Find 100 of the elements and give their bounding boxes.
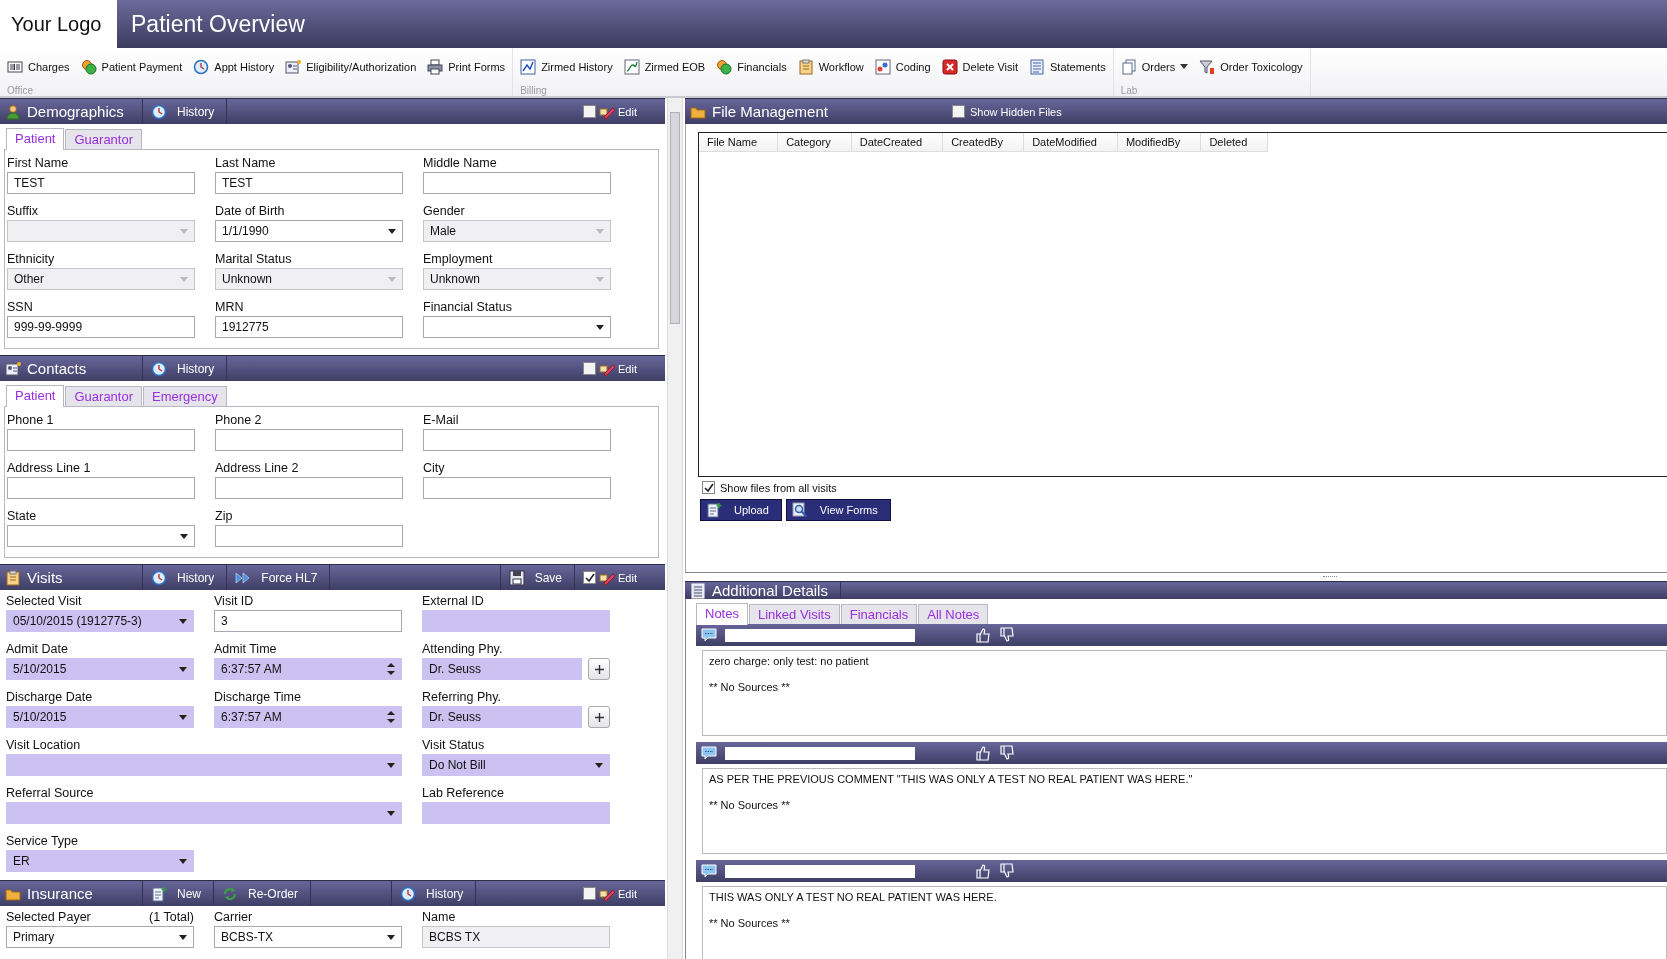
tab[interactable]: Patient — [6, 128, 65, 150]
tab[interactable]: Linked Visits — [748, 604, 840, 624]
column-header[interactable]: File Name — [699, 133, 779, 152]
text-field[interactable] — [423, 429, 611, 451]
checkbox[interactable] — [583, 105, 597, 118]
dropdown-field[interactable]: 1/1/1990 — [215, 220, 403, 242]
checkbox[interactable] — [583, 887, 597, 900]
field-label: First Name — [7, 156, 69, 170]
text-field[interactable]: 1912775 — [215, 316, 403, 338]
dropdown-field[interactable] — [423, 316, 611, 338]
action-button[interactable]: Upload — [700, 499, 782, 521]
text-field[interactable] — [215, 429, 403, 451]
header-button[interactable]: History — [143, 565, 228, 590]
tab[interactable]: All Notes — [918, 604, 989, 624]
toolbar-button[interactable]: Delete Visit — [938, 54, 1021, 80]
column-header[interactable]: DateModified — [1024, 133, 1118, 152]
note-text: zero charge: only test: no patient — [709, 655, 870, 667]
dropdown-field[interactable]: ER — [6, 850, 194, 872]
column-header[interactable]: ModifiedBy — [1117, 133, 1202, 152]
text-field[interactable] — [215, 525, 403, 547]
section-title: Contacts — [27, 360, 87, 377]
toolbar-button[interactable]: Financials — [713, 54, 790, 80]
caret-icon — [179, 858, 187, 864]
text-field[interactable] — [215, 477, 403, 499]
splitter-grip[interactable] — [1323, 575, 1337, 579]
text-field[interactable] — [423, 477, 611, 499]
text-field[interactable]: TEST — [215, 172, 403, 194]
text-field[interactable] — [422, 610, 610, 632]
field-label: Address Line 1 — [7, 461, 91, 475]
header-button[interactable]: History — [391, 881, 477, 906]
column-header[interactable]: CreatedBy — [943, 133, 1025, 152]
toolbar-button[interactable]: Charges — [4, 54, 73, 80]
toolbar-button[interactable]: Orders — [1117, 54, 1192, 80]
dropdown-field[interactable]: 5/10/2015 — [6, 706, 194, 728]
time-field[interactable]: 6:37:57 AM — [214, 658, 402, 680]
tab[interactable]: Financials — [840, 604, 918, 624]
toolbar-button[interactable]: Workflow — [794, 54, 867, 80]
toolbar-button[interactable]: Order Toxicology — [1196, 54, 1306, 80]
header-button[interactable]: New — [143, 881, 214, 906]
save-button[interactable]: Save — [499, 565, 576, 590]
id-card-icon — [5, 360, 21, 377]
id-card-icon — [285, 59, 302, 75]
tab[interactable]: Guarantor — [65, 386, 143, 406]
clipboard-icon — [5, 569, 21, 586]
tab[interactable]: Guarantor — [65, 129, 143, 149]
dropdown-field[interactable]: 05/10/2015 (1912775-3) — [6, 610, 194, 632]
checkbox[interactable] — [583, 362, 597, 375]
toolbar-button[interactable]: Appt History — [190, 54, 278, 80]
checkbox[interactable] — [702, 481, 715, 494]
scrollbar[interactable] — [667, 98, 683, 959]
time-field[interactable]: 6:37:57 AM — [214, 706, 402, 728]
toolbar-button[interactable]: Print Forms — [424, 54, 509, 80]
tab[interactable]: Notes — [696, 603, 748, 625]
header-button[interactable]: History — [143, 356, 228, 381]
dropdown-field[interactable]: 5/10/2015 — [6, 658, 194, 680]
toolbar-button[interactable]: Statements — [1026, 54, 1109, 80]
toolbar-button[interactable]: Zirmed EOB — [620, 54, 709, 80]
text-field[interactable]: 3 — [214, 610, 402, 632]
clock-icon — [151, 103, 167, 120]
toolbar-button[interactable]: Zirmed History — [517, 54, 616, 80]
tab[interactable]: Patient — [6, 385, 65, 407]
add-button[interactable] — [588, 706, 610, 728]
lookup-field[interactable]: Dr. Seuss — [422, 706, 582, 728]
text-field[interactable]: 999-99-9999 — [7, 316, 195, 338]
field-label: Visit ID — [214, 594, 254, 608]
dropdown-field[interactable] — [7, 525, 195, 547]
dropdown-field[interactable] — [6, 802, 402, 824]
header-button[interactable]: History — [143, 99, 228, 124]
caret-icon — [387, 934, 395, 940]
group-label: Billing — [519, 84, 548, 96]
toolbar-button[interactable]: Coding — [871, 54, 934, 80]
dropdown-field[interactable]: Primary — [6, 926, 194, 948]
field-label: Financial Status — [423, 300, 512, 314]
clipboard-icon — [797, 59, 814, 75]
text-field[interactable] — [422, 802, 610, 824]
text-field[interactable] — [423, 172, 611, 194]
toolbar-button[interactable]: Eligibility/Authorization — [282, 54, 420, 80]
tab[interactable]: Emergency — [143, 386, 227, 406]
dropdown-field[interactable]: BCBS-TX — [214, 926, 402, 948]
add-button[interactable] — [588, 658, 610, 680]
dropdown-field[interactable] — [6, 754, 402, 776]
caret-icon — [596, 324, 604, 330]
checkbox[interactable] — [952, 105, 965, 118]
action-button[interactable]: View Forms — [785, 499, 891, 521]
field-label: Selected Visit — [6, 594, 82, 608]
checkbox[interactable] — [583, 571, 597, 584]
text-field[interactable] — [7, 477, 195, 499]
toolbar-button[interactable]: Patient Payment — [77, 54, 186, 80]
text-field[interactable] — [7, 429, 195, 451]
caret-icon — [180, 228, 188, 234]
header-button[interactable]: Re-Order — [214, 881, 312, 906]
column-header[interactable]: Category — [778, 133, 852, 152]
dropdown-field[interactable]: Do Not Bill — [422, 754, 610, 776]
lookup-field[interactable]: Dr. Seuss — [422, 658, 582, 680]
field-label: E-Mail — [423, 413, 459, 427]
header-button[interactable]: Force HL7 — [227, 565, 331, 590]
column-header[interactable]: Deleted — [1201, 133, 1269, 152]
column-header[interactable]: DateCreated — [851, 133, 944, 152]
field-label: Gender — [423, 204, 465, 218]
text-field[interactable]: TEST — [7, 172, 195, 194]
